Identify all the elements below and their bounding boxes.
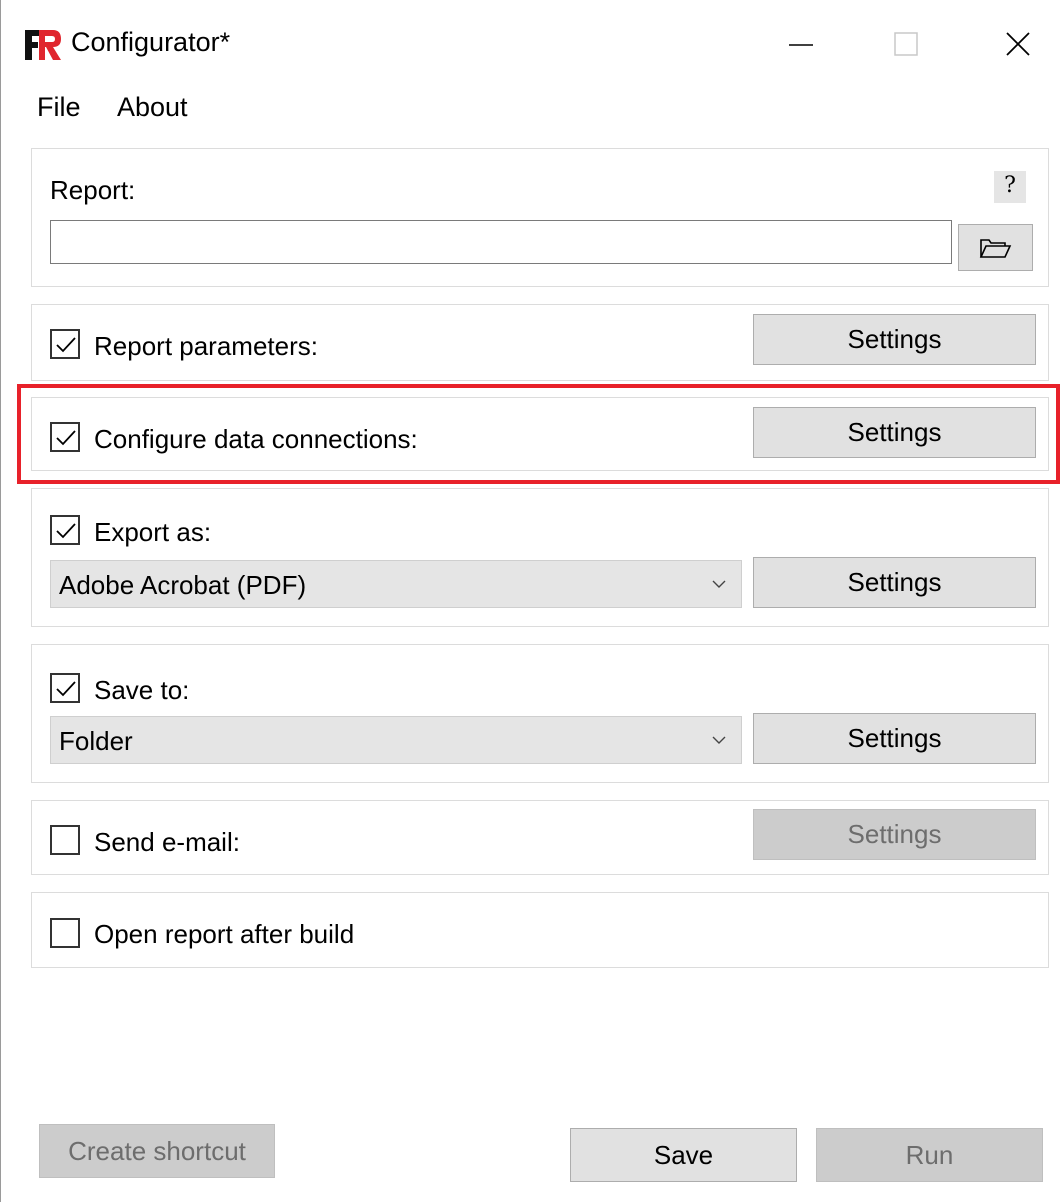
report-path-input[interactable] [50,220,952,264]
send-email-checkbox[interactable] [50,825,80,855]
export-settings-button[interactable]: Settings [753,557,1036,608]
fastreport-logo [25,28,63,62]
send-email-settings-button[interactable]: Settings [753,809,1036,860]
export-label: Export as: [94,517,212,547]
report-parameters-settings-button[interactable]: Settings [753,314,1036,365]
save-to-group: Save to: Folder Settings [31,644,1049,783]
menu-bar: File About [1,88,401,128]
save-to-checkbox[interactable] [50,673,80,703]
open-after-build-checkbox[interactable] [50,918,80,948]
save-to-label: Save to: [94,675,190,705]
save-destination-value: Folder [59,726,133,756]
menu-about[interactable]: About [117,92,188,123]
report-parameters-group: Report parameters: Settings [31,304,1049,381]
checkmark-icon [56,681,76,697]
menu-file[interactable]: File [37,92,81,123]
send-email-group: Send e-mail: Settings [31,800,1049,875]
report-parameters-checkbox[interactable] [50,329,80,359]
close-icon[interactable] [986,20,1046,70]
save-to-settings-button[interactable]: Settings [753,713,1036,764]
open-after-build-label: Open report after build [94,919,355,949]
export-checkbox[interactable] [50,515,80,545]
send-email-label: Send e-mail: [94,827,240,857]
create-shortcut-button[interactable]: Create shortcut [39,1124,275,1178]
checkmark-icon [56,523,76,539]
export-format-select[interactable]: Adobe Acrobat (PDF) [50,560,742,608]
maximize-icon [876,20,936,70]
export-group: Export as: Adobe Acrobat (PDF) Settings [31,488,1049,627]
browse-button[interactable] [958,224,1033,271]
help-button[interactable]: ? [994,171,1026,203]
checkmark-icon [56,337,76,353]
report-label: Report: [50,175,136,205]
highlight-box [17,384,1060,484]
export-format-value: Adobe Acrobat (PDF) [59,570,307,600]
window-title: Configurator* [71,27,231,57]
chevron-down-icon [711,577,727,595]
open-after-build-group: Open report after build [31,892,1049,968]
report-group: Report: ? [31,148,1049,287]
save-button[interactable]: Save [570,1128,797,1182]
minimize-icon[interactable] [771,20,831,70]
save-destination-select[interactable]: Folder [50,716,742,764]
report-parameters-label: Report parameters: [94,331,318,361]
title-bar: Configurator* [1,0,1062,90]
chevron-down-icon [711,733,727,751]
run-button[interactable]: Run [816,1128,1043,1182]
configurator-window: Configurator* File About Report: ? Repor… [0,0,1062,1202]
